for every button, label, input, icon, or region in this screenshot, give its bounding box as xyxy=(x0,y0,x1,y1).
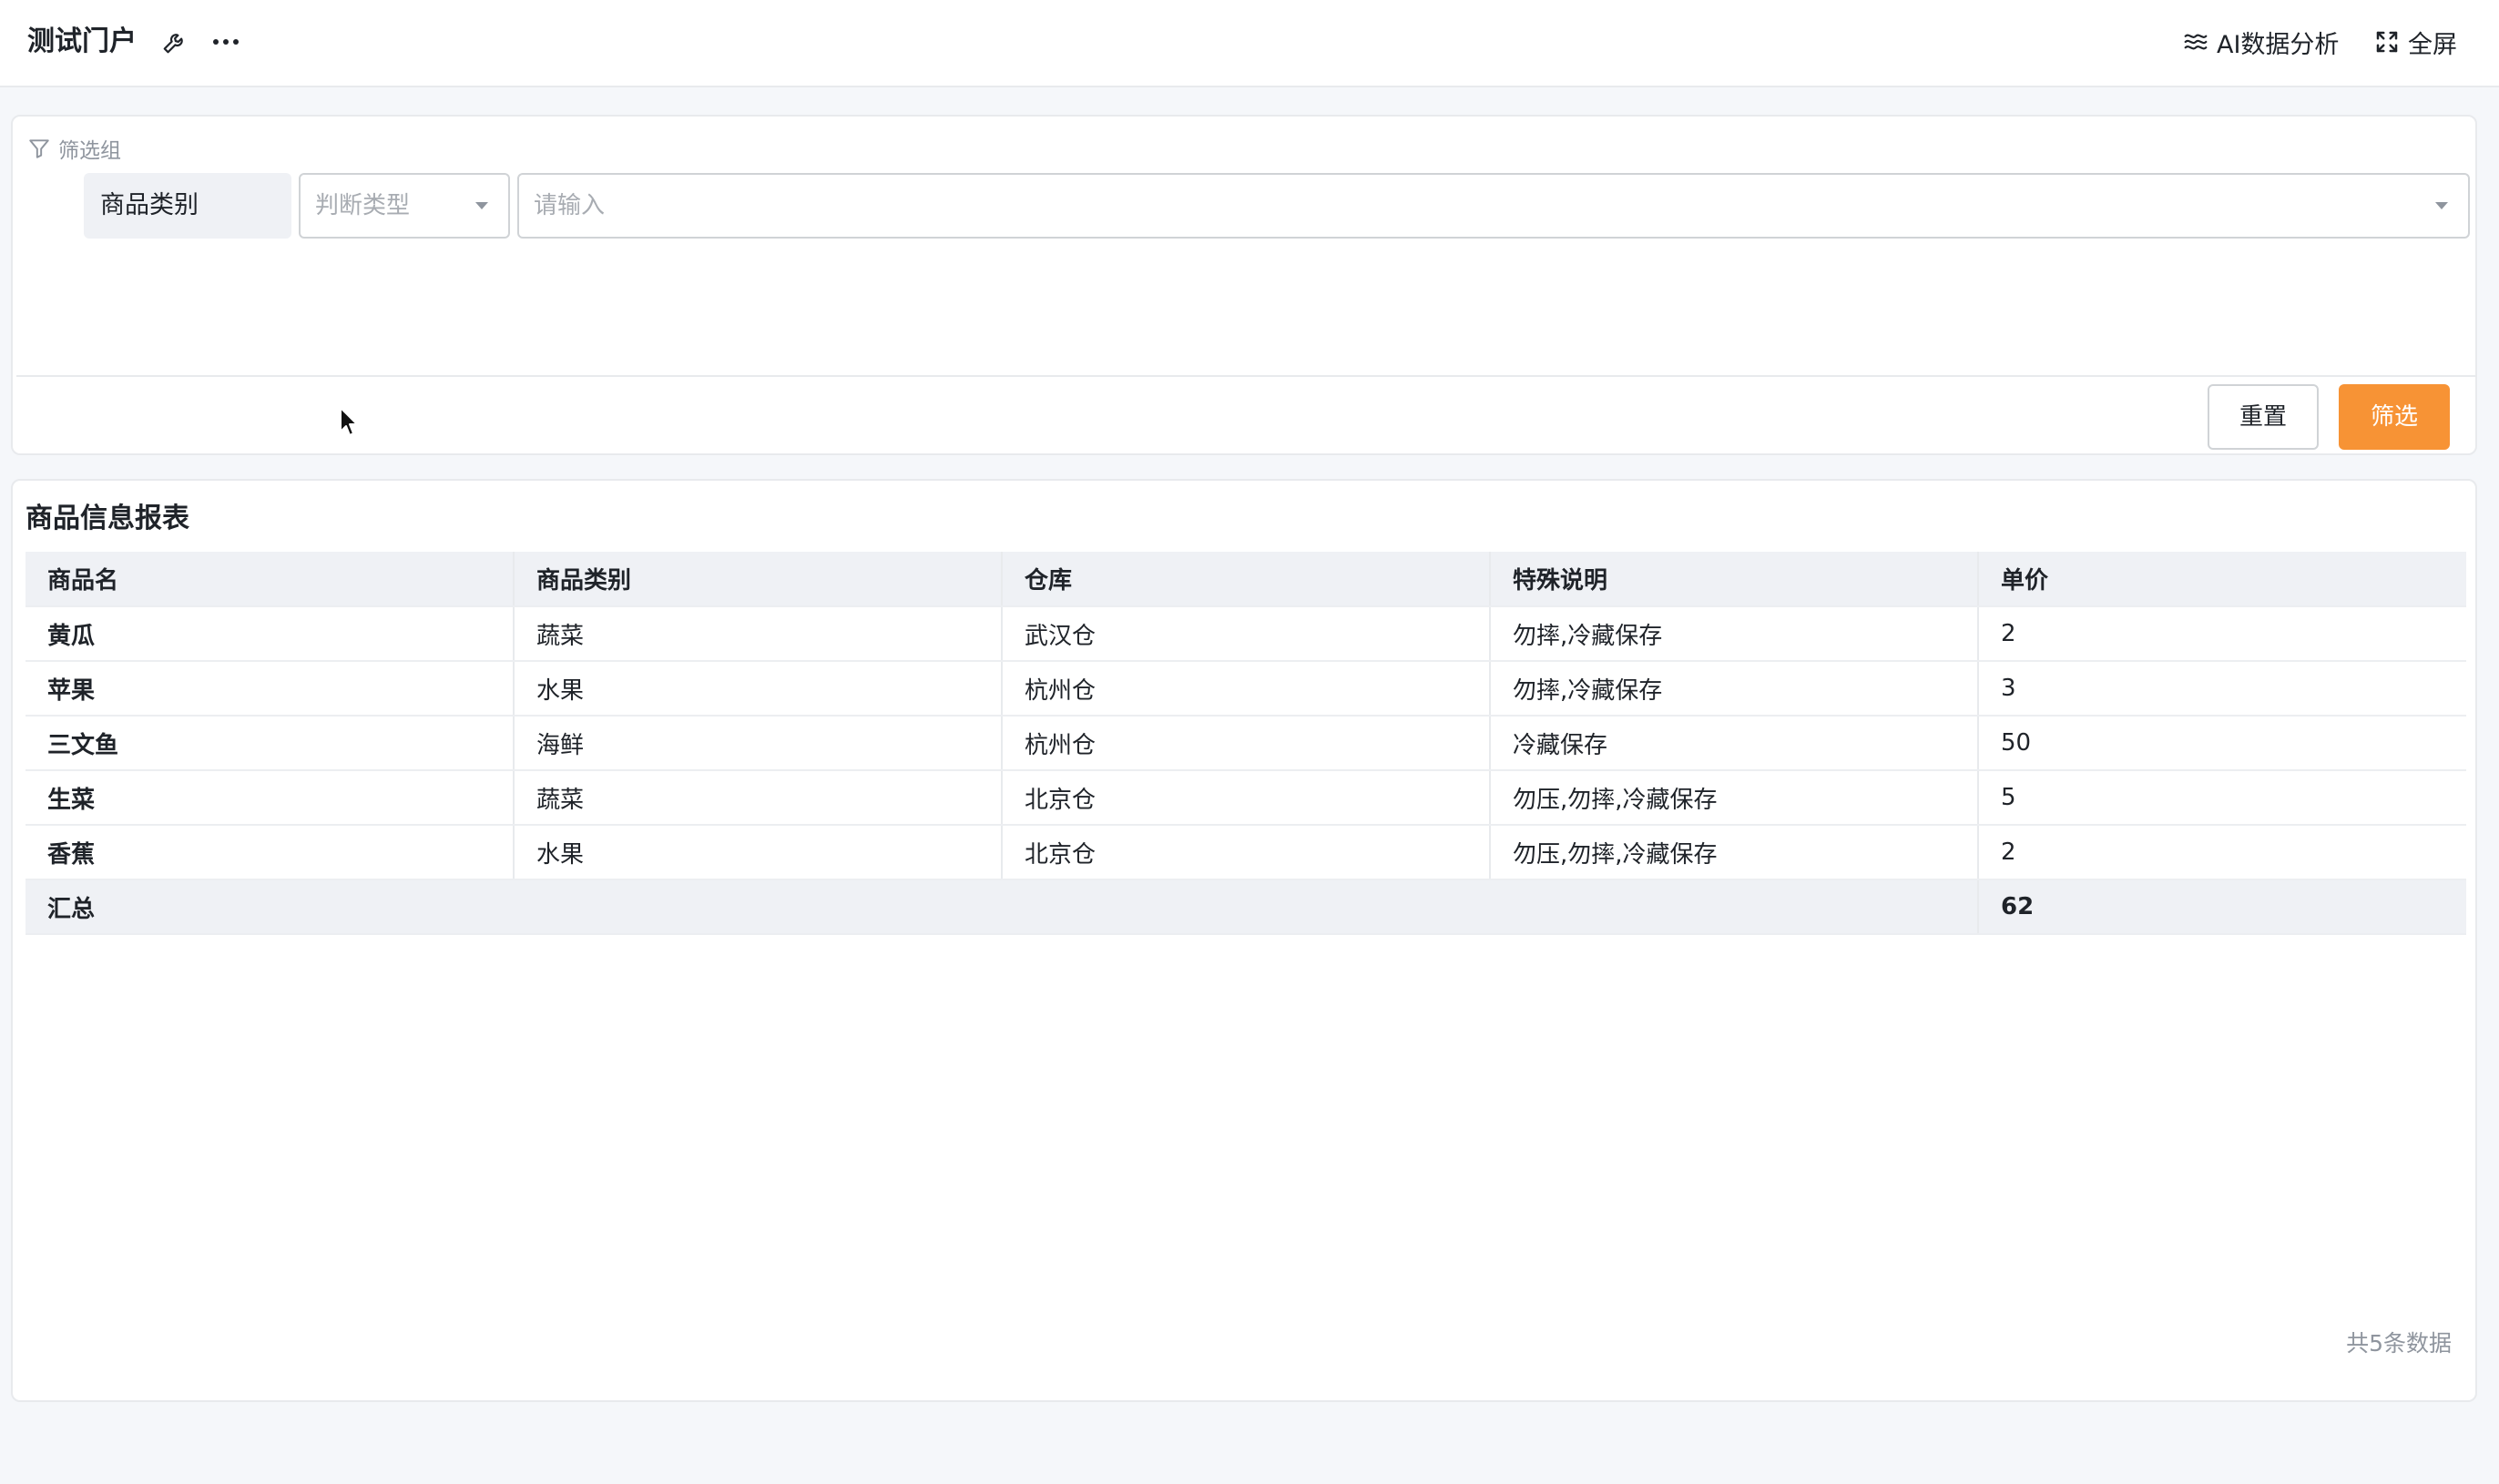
summary-value: 62 xyxy=(1977,879,2466,935)
table-cell: 生菜 xyxy=(26,770,515,826)
table-cell: 杭州仓 xyxy=(1002,661,1491,717)
table-row[interactable]: 苹果 水果 杭州仓 勿摔,冷藏保存 3 xyxy=(26,661,2466,717)
record-count: 共5条数据 xyxy=(2346,1330,2452,1357)
table-row[interactable]: 香蕉 水果 北京仓 勿压,勿摔,冷藏保存 2 xyxy=(26,825,2466,880)
table-cell: 苹果 xyxy=(26,661,515,717)
caret-down-icon xyxy=(475,202,488,209)
summary-empty-cell xyxy=(1490,879,1978,935)
table-row[interactable]: 三文鱼 海鲜 杭州仓 冷藏保存 50 xyxy=(26,716,2466,771)
column-header[interactable]: 单价 xyxy=(1978,552,2466,607)
fullscreen-button[interactable]: 全屏 xyxy=(2373,24,2457,60)
summary-row: 汇总 62 xyxy=(26,879,2466,935)
table-cell: 50 xyxy=(1978,716,2466,771)
table-cell: 蔬菜 xyxy=(514,606,1003,662)
reset-button[interactable]: 重置 xyxy=(2208,384,2319,450)
filter-field-name: 商品类别 xyxy=(84,173,291,239)
fullscreen-icon xyxy=(2376,31,2398,53)
table-header-row: 商品名 商品类别 仓库 特殊说明 单价 xyxy=(26,552,2466,607)
ai-analysis-label: AI数据分析 xyxy=(2217,30,2340,59)
summary-label: 汇总 xyxy=(26,879,514,935)
table-cell: 勿摔,冷藏保存 xyxy=(1490,661,1979,717)
table-cell: 黄瓜 xyxy=(26,606,515,662)
table-cell: 海鲜 xyxy=(514,716,1003,771)
operator-placeholder: 判断类型 xyxy=(315,192,411,219)
filter-group-text: 筛选组 xyxy=(58,139,121,163)
ai-wave-icon xyxy=(2184,34,2208,50)
filter-panel: 筛选组 商品类别 判断类型 请输入 重置 筛选 xyxy=(11,115,2477,455)
report-title: 商品信息报表 xyxy=(26,503,189,534)
table-cell: 2 xyxy=(1978,606,2466,662)
mouse-cursor-icon xyxy=(340,407,358,436)
more-options-icon[interactable] xyxy=(208,24,244,60)
table-row[interactable]: 生菜 蔬菜 北京仓 勿压,勿摔,冷藏保存 5 xyxy=(26,770,2466,826)
table-cell: 冷藏保存 xyxy=(1490,716,1979,771)
report-panel: 商品信息报表 商品名 商品类别 仓库 特殊说明 单价 黄瓜 蔬菜 武汉仓 勿摔,… xyxy=(11,479,2477,1402)
table-cell: 武汉仓 xyxy=(1002,606,1491,662)
table-cell: 三文鱼 xyxy=(26,716,515,771)
column-header[interactable]: 商品类别 xyxy=(514,552,1003,607)
table-cell: 勿压,勿摔,冷藏保存 xyxy=(1490,770,1979,826)
value-select[interactable]: 请输入 xyxy=(517,173,2470,239)
value-placeholder: 请输入 xyxy=(534,192,606,219)
ai-analysis-button[interactable]: AI数据分析 xyxy=(2182,24,2339,60)
summary-empty-cell xyxy=(1002,879,1490,935)
table-cell: 勿压,勿摔,冷藏保存 xyxy=(1490,825,1979,880)
table-cell: 水果 xyxy=(514,825,1003,880)
page-title: 测试门户 xyxy=(27,25,137,57)
table-cell: 3 xyxy=(1978,661,2466,717)
table-cell: 5 xyxy=(1978,770,2466,826)
table-cell: 蔬菜 xyxy=(514,770,1003,826)
filter-group-label: 筛选组 xyxy=(27,133,121,164)
table-row[interactable]: 黄瓜 蔬菜 武汉仓 勿摔,冷藏保存 2 xyxy=(26,606,2466,662)
table-cell: 北京仓 xyxy=(1002,825,1491,880)
column-header[interactable]: 特殊说明 xyxy=(1490,552,1979,607)
filter-icon xyxy=(29,139,49,158)
table-cell: 北京仓 xyxy=(1002,770,1491,826)
summary-empty-cell xyxy=(514,879,1002,935)
column-header[interactable]: 商品名 xyxy=(26,552,515,607)
table-cell: 2 xyxy=(1978,825,2466,880)
report-table: 商品名 商品类别 仓库 特殊说明 单价 黄瓜 蔬菜 武汉仓 勿摔,冷藏保存 2 … xyxy=(26,552,2466,935)
wrench-icon[interactable] xyxy=(157,24,193,60)
table-cell: 香蕉 xyxy=(26,825,515,880)
operator-select[interactable]: 判断类型 xyxy=(299,173,510,239)
table-cell: 杭州仓 xyxy=(1002,716,1491,771)
filter-button[interactable]: 筛选 xyxy=(2339,384,2450,450)
table-cell: 勿摔,冷藏保存 xyxy=(1490,606,1979,662)
column-header[interactable]: 仓库 xyxy=(1002,552,1491,607)
divider xyxy=(16,375,2475,377)
table-cell: 水果 xyxy=(514,661,1003,717)
top-header: 测试门户 AI数据分析 全屏 xyxy=(0,0,2499,87)
fullscreen-label: 全屏 xyxy=(2408,30,2457,59)
caret-down-icon xyxy=(2435,202,2448,209)
